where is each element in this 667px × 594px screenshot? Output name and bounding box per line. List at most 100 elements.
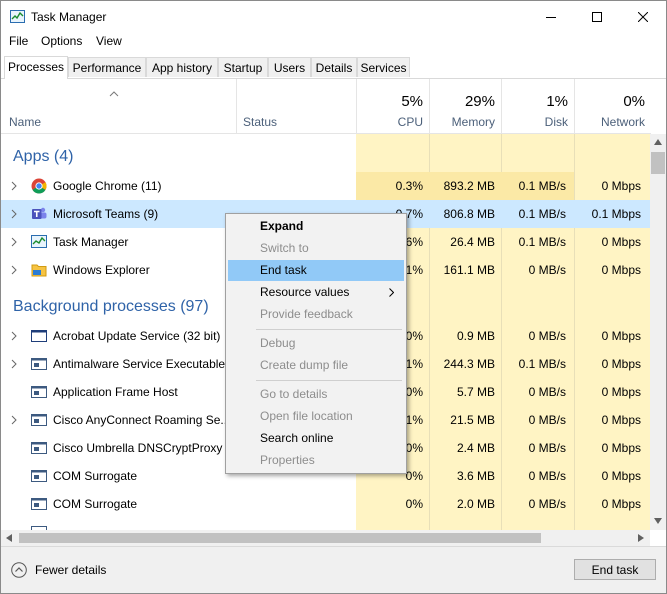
- chevron-right-icon[interactable]: [10, 415, 18, 425]
- column-name[interactable]: Name: [1, 79, 236, 133]
- process-name: COM Surrogate: [53, 497, 138, 511]
- table-row[interactable]: COM Surrogate 0% 2.0 MB 0 MB/s 0 Mbps: [1, 490, 651, 518]
- tab-app-history[interactable]: App history: [146, 57, 218, 77]
- cpu-value: 0%: [405, 469, 423, 483]
- window-title: Task Manager: [31, 10, 107, 24]
- ctx-create-dump-file: Create dump file: [260, 358, 349, 372]
- memory-value: 21.5 MB: [450, 413, 495, 427]
- disk-value: 0 MB/s: [528, 497, 566, 511]
- network-value: 0 Mbps: [601, 357, 641, 371]
- scroll-left-icon[interactable]: [6, 534, 12, 542]
- chevron-right-icon[interactable]: [10, 331, 18, 341]
- column-network[interactable]: 0% Network: [574, 79, 651, 133]
- disk-percent: 1%: [546, 93, 568, 110]
- column-cpu[interactable]: 5% CPU: [356, 79, 429, 133]
- tab-processes[interactable]: Processes: [4, 56, 68, 79]
- disk-value: 0 MB/s: [528, 385, 566, 399]
- horizontal-scroll-thumb[interactable]: [19, 533, 541, 543]
- network-value: 0 Mbps: [601, 329, 641, 343]
- ctx-resource-values-label: Resource values: [260, 285, 350, 299]
- fewer-details-toggle[interactable]: Fewer details: [11, 562, 106, 578]
- process-name: Windows Explorer: [53, 263, 150, 277]
- process-name: Task Manager: [53, 235, 129, 249]
- memory-value: 3.6 MB: [456, 469, 495, 483]
- menu-view[interactable]: View: [96, 34, 122, 48]
- cpu-value: 0%: [405, 329, 423, 343]
- vertical-scroll-thumb[interactable]: [651, 152, 665, 174]
- chevron-right-icon[interactable]: [10, 359, 18, 369]
- tab-details[interactable]: Details: [311, 57, 357, 77]
- tab-users[interactable]: Users: [268, 57, 311, 77]
- chevron-right-icon[interactable]: [10, 181, 18, 191]
- ctx-resource-values[interactable]: Resource values: [228, 282, 404, 303]
- disk-value: 0 MB/s: [528, 413, 566, 427]
- disk-value: 0 MB/s: [528, 329, 566, 343]
- disk-value: 0 MB/s: [528, 263, 566, 277]
- disk-value: 0.1 MB/s: [518, 207, 566, 221]
- sort-up-icon: [109, 91, 119, 97]
- service-window-icon: [31, 414, 47, 426]
- service-window-icon: [31, 470, 47, 482]
- menu-file[interactable]: File: [9, 34, 28, 48]
- cpu-value: 0%: [405, 385, 423, 399]
- process-name: Antimalware Service Executable: [53, 357, 226, 371]
- task-manager-icon: [10, 10, 25, 23]
- folder-icon: [31, 264, 47, 277]
- service-window-icon: [31, 442, 47, 454]
- disk-value: 0.1 MB/s: [518, 357, 566, 371]
- disk-label: Disk: [544, 115, 568, 129]
- column-disk[interactable]: 1% Disk: [501, 79, 574, 133]
- scroll-right-icon[interactable]: [638, 534, 644, 542]
- maximize-icon: [592, 11, 602, 22]
- memory-value: 161.1 MB: [443, 263, 495, 277]
- cpu-percent: 5%: [401, 93, 423, 110]
- disk-value: 0 MB/s: [528, 469, 566, 483]
- table-row[interactable]: Google Chrome (11) 0.3% 893.2 MB 0.1 MB/…: [1, 172, 651, 200]
- collapse-up-icon: [11, 562, 27, 578]
- horizontal-scrollbar[interactable]: [1, 530, 650, 546]
- close-button[interactable]: [620, 1, 666, 32]
- service-window-icon: [31, 386, 47, 398]
- process-name: Microsoft Teams (9): [53, 207, 159, 221]
- task-manager-icon: [31, 235, 47, 248]
- ctx-end-task[interactable]: End task: [228, 260, 404, 281]
- minimize-button[interactable]: [528, 1, 574, 32]
- cpu-value: 0%: [405, 441, 423, 455]
- task-manager-window: Task Manager File Options View Processes…: [0, 0, 667, 594]
- column-memory[interactable]: 29% Memory: [429, 79, 501, 133]
- memory-value: 806.8 MB: [443, 207, 495, 221]
- end-task-button[interactable]: End task: [574, 559, 656, 580]
- memory-percent: 29%: [464, 93, 495, 110]
- context-menu: Expand Switch to End task Resource value…: [225, 213, 407, 474]
- process-name: Google Chrome (11): [53, 179, 162, 193]
- column-header: Name Status 5% CPU 29% Memory 1% Disk 0%…: [1, 79, 651, 134]
- process-name: Acrobat Update Service (32 bit): [53, 329, 221, 343]
- ctx-search-online[interactable]: Search online: [228, 428, 404, 449]
- service-window-icon: [31, 498, 47, 510]
- ctx-expand[interactable]: Expand: [228, 216, 404, 237]
- network-value: 0 Mbps: [601, 413, 641, 427]
- tab-performance[interactable]: Performance: [68, 57, 146, 77]
- footer: Fewer details End task: [1, 546, 666, 593]
- memory-value: 244.3 MB: [443, 357, 495, 371]
- ctx-go-to-details: Go to details: [260, 387, 328, 401]
- column-status[interactable]: Status: [236, 79, 356, 133]
- network-value: 0 Mbps: [601, 441, 641, 455]
- tab-startup[interactable]: Startup: [218, 57, 268, 77]
- vertical-scrollbar[interactable]: [650, 134, 666, 530]
- menu-options[interactable]: Options: [41, 34, 82, 48]
- network-percent: 0%: [623, 93, 645, 110]
- tab-services[interactable]: Services: [357, 57, 410, 77]
- maximize-button[interactable]: [574, 1, 620, 32]
- ctx-open-file-location: Open file location: [260, 409, 353, 423]
- network-value: 0 Mbps: [601, 235, 641, 249]
- cpu-value: 0.3%: [395, 179, 423, 193]
- chevron-right-icon[interactable]: [10, 237, 18, 247]
- scroll-up-icon[interactable]: [654, 139, 662, 145]
- scroll-down-icon[interactable]: [654, 518, 662, 524]
- chevron-right-icon[interactable]: [10, 265, 18, 275]
- cpu-label: CPU: [397, 115, 423, 129]
- group-header-background: Background processes (97): [13, 298, 209, 315]
- chevron-right-icon: [389, 288, 394, 297]
- chevron-right-icon[interactable]: [10, 209, 18, 219]
